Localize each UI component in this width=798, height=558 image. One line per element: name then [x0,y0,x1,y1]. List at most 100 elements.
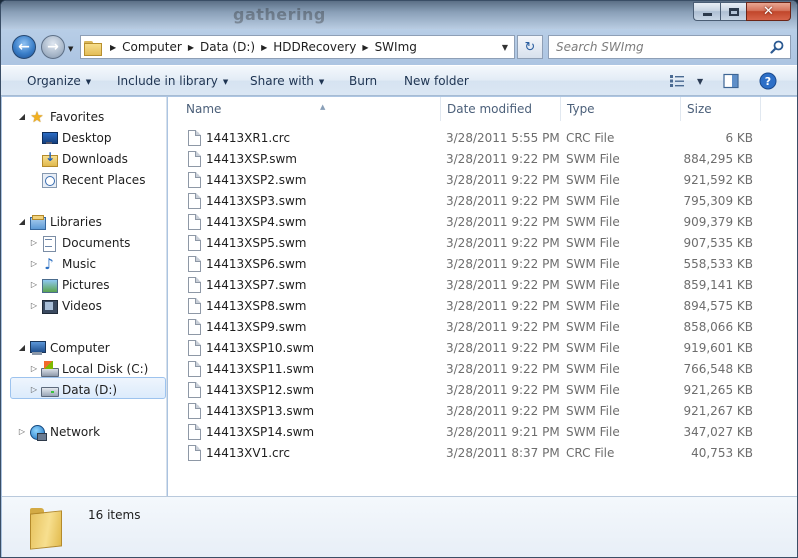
file-icon [188,298,201,314]
tree-item-libraries[interactable]: ◢ Libraries [17,211,102,232]
maximize-button[interactable] [720,2,746,21]
file-name: 14413XSP12.swm [206,383,315,397]
expand-arrow-icon[interactable]: ▷ [29,238,39,247]
file-row[interactable]: 14413XSP5.swm 3/28/2011 9:22 PM SWM File 90… [168,233,768,254]
expand-arrow-icon[interactable]: ▷ [29,259,39,268]
breadcrumb-computer[interactable]: Computer [122,40,182,54]
refresh-button[interactable]: ↻ [517,35,543,59]
file-row[interactable]: 14413XSP11.swm 3/28/2011 9:22 PM SWM File 7… [168,359,768,380]
file-size: 921,265 KB [683,383,753,397]
tree-label: Computer [50,340,110,355]
file-icon [188,214,201,230]
preview-pane-button[interactable] [723,72,739,90]
file-row[interactable]: 14413XSP3.swm 3/28/2011 9:22 PM SWM File 79… [168,191,768,212]
file-row[interactable]: 14413XSP13.swm 3/28/2011 9:22 PM SWM File 9… [168,401,768,422]
tree-item-downloads[interactable]: Downloads [29,148,128,169]
file-row[interactable]: 14413XSP8.swm 3/28/2011 9:22 PM SWM File 89… [168,296,768,317]
organize-menu[interactable]: Organize ▼ [27,66,91,96]
column-header-label: Name [186,102,222,116]
tree-item-music[interactable]: ▷ ♪ Music [29,253,96,274]
file-row[interactable]: 14413XSP9.swm 3/28/2011 9:22 PM SWM File 85… [168,317,768,338]
file-size: 347,027 KB [683,425,753,439]
tree-label: Network [50,424,101,439]
breadcrumb-hddrecovery[interactable]: HDDRecovery [273,40,356,54]
burn-button[interactable]: Burn [349,66,377,96]
share-with-menu[interactable]: Share with ▼ [250,66,324,96]
tree-item-documents[interactable]: ▷ Documents [29,232,130,253]
caption-buttons: ✕ [693,2,791,21]
expand-arrow-icon[interactable]: ▷ [29,385,39,394]
change-view-button[interactable]: ▼ [669,72,703,90]
search-icon[interactable] [770,40,784,54]
breadcrumb-separator[interactable]: ▶ [261,43,267,52]
tree-item-network[interactable]: ▷ Network [17,421,100,442]
file-row[interactable]: 14413XSP10.swm 3/28/2011 9:22 PM SWM File 9… [168,338,768,359]
expand-arrow-icon[interactable]: ◢ [17,112,27,121]
title-bar[interactable]: gathering ✕ [1,1,797,29]
breadcrumb-separator[interactable]: ▶ [188,43,194,52]
expand-arrow-icon[interactable]: ▷ [17,427,27,436]
file-row[interactable]: 14413XV1.crc 3/28/2011 8:37 PM CRC File 40,… [168,443,768,464]
forward-arrow-icon: → [47,39,59,55]
system-drive-icon [41,360,59,377]
file-icon [188,361,201,377]
help-button[interactable]: ? [759,72,777,90]
file-row[interactable]: 14413XSP14.swm 3/28/2011 9:21 PM SWM File 3… [168,422,768,443]
column-header-name[interactable]: Name ▲ [180,97,325,121]
file-row[interactable]: 14413XSP12.swm 3/28/2011 9:22 PM SWM File 9… [168,380,768,401]
expand-arrow-icon[interactable]: ◢ [17,343,27,352]
file-icon [188,130,201,146]
breadcrumb-swimg[interactable]: SWImg [375,40,417,54]
tree-label: Favorites [50,109,105,124]
address-history-dropdown[interactable]: ▼ [502,43,508,52]
file-row[interactable]: 14413XR1.crc 3/28/2011 5:55 PM CRC File 6 K… [168,128,768,149]
file-type: SWM File [566,425,620,439]
file-name: 14413XSP4.swm [206,215,307,229]
expand-arrow-icon[interactable]: ▷ [29,301,39,310]
file-row[interactable]: 14413XSP6.swm 3/28/2011 9:22 PM SWM File 55… [168,254,768,275]
column-header-date-modified[interactable]: Date modified [441,97,532,121]
tree-item-desktop[interactable]: Desktop [29,127,112,148]
column-header-type[interactable]: Type [561,97,595,121]
include-in-library-menu[interactable]: Include in library ▼ [117,66,228,96]
file-row[interactable]: 14413XSP2.swm 3/28/2011 9:22 PM SWM File 92… [168,170,768,191]
forward-button[interactable]: → [41,35,65,59]
file-row[interactable]: 14413XSP.swm 3/28/2011 9:22 PM SWM File 884… [168,149,768,170]
file-type: SWM File [566,362,620,376]
recent-pages-dropdown[interactable]: ▼ [68,45,73,53]
file-date: 3/28/2011 9:22 PM [446,194,560,208]
window-title: gathering [233,5,326,24]
file-date: 3/28/2011 5:55 PM [446,131,560,145]
file-row[interactable]: 14413XSP7.swm 3/28/2011 9:22 PM SWM File 85… [168,275,768,296]
file-icon [188,424,201,440]
file-size: 884,295 KB [683,152,753,166]
tree-item-videos[interactable]: ▷ Videos [29,295,102,316]
file-type: SWM File [566,173,620,187]
breadcrumb-data-drive[interactable]: Data (D:) [200,40,255,54]
file-name: 14413XSP7.swm [206,278,307,292]
tree-item-recent-places[interactable]: Recent Places [29,169,145,190]
folder-icon [84,40,102,56]
new-folder-button[interactable]: New folder [404,66,469,96]
file-row[interactable]: 14413XSP4.swm 3/28/2011 9:22 PM SWM File 90… [168,212,768,233]
minimize-button[interactable] [693,2,720,21]
search-input[interactable] [549,36,759,58]
tree-item-data-drive[interactable]: ▷ Data (D:) [29,379,117,400]
address-bar[interactable]: ▶ Computer ▶ Data (D:) ▶ HDDRecovery ▶ S… [80,35,515,59]
breadcrumb-separator[interactable]: ▶ [110,43,116,52]
column-divider[interactable] [760,97,761,121]
tree-item-favorites[interactable]: ◢ ★ Favorites [17,106,104,127]
file-icon [188,340,201,356]
expand-arrow-icon[interactable]: ◢ [17,217,27,226]
tree-item-pictures[interactable]: ▷ Pictures [29,274,110,295]
expand-arrow-icon[interactable]: ▷ [29,364,39,373]
expand-arrow-icon[interactable]: ▷ [29,280,39,289]
view-dropdown-icon[interactable]: ▼ [697,77,703,86]
column-header-size[interactable]: Size [681,97,712,121]
tree-label: Desktop [62,130,112,145]
back-button[interactable]: ← [12,35,36,59]
close-button[interactable]: ✕ [746,2,791,21]
tree-item-local-disk[interactable]: ▷ Local Disk (C:) [29,358,148,379]
tree-item-computer[interactable]: ◢ Computer [17,337,110,358]
breadcrumb-separator[interactable]: ▶ [362,43,368,52]
